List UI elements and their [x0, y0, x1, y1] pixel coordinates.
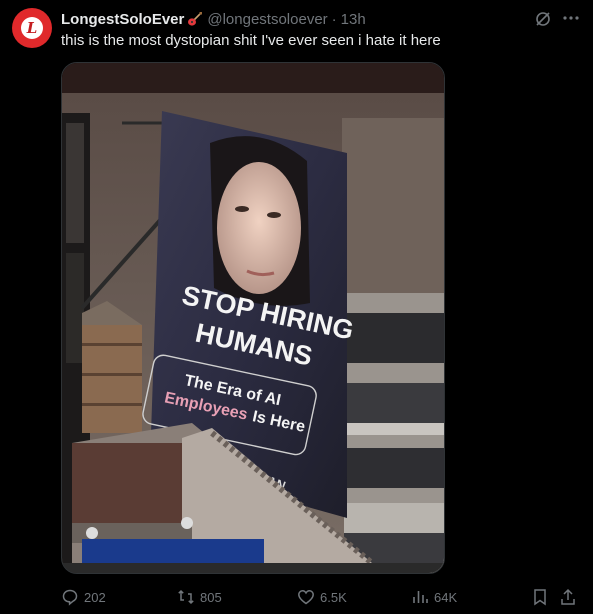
bookmark-button[interactable] [531, 586, 554, 608]
reply-button[interactable]: 202 [61, 586, 106, 608]
share-button[interactable] [559, 586, 582, 608]
avatar-letter: L [21, 17, 43, 39]
action-bar: 202 805 6.5K 64K [61, 586, 581, 608]
like-button[interactable]: 6.5K [297, 586, 347, 608]
handle[interactable]: @longestsoloever [207, 11, 327, 28]
repost-count: 805 [200, 589, 222, 605]
avatar[interactable]: L [12, 8, 52, 48]
retweet-icon [178, 589, 194, 605]
reply-icon [62, 589, 78, 606]
timestamp[interactable]: 13h [341, 11, 366, 28]
share-icon [561, 588, 575, 605]
separator: · [331, 10, 337, 28]
guitar-emoji-icon [187, 11, 203, 27]
more-icon[interactable] [561, 8, 581, 28]
tweet-media-photo[interactable]: STOP HIRING HUMANS The Era of AI Employe… [61, 62, 445, 574]
views-button[interactable]: 64K [411, 586, 457, 608]
views-icon [413, 591, 428, 603]
tweet-text: this is the most dystopian shit I've eve… [61, 32, 441, 49]
tweet-header: LongestSoloEver @longestsoloever · 13h [61, 9, 366, 29]
like-count: 6.5K [320, 589, 347, 605]
views-count: 64K [434, 589, 458, 605]
reply-count: 202 [84, 589, 106, 605]
bookmark-icon [534, 589, 546, 606]
grok-icon[interactable] [534, 10, 552, 28]
repost-button[interactable]: 805 [177, 586, 222, 608]
like-icon [298, 590, 314, 605]
display-name[interactable]: LongestSoloEver [61, 11, 184, 28]
